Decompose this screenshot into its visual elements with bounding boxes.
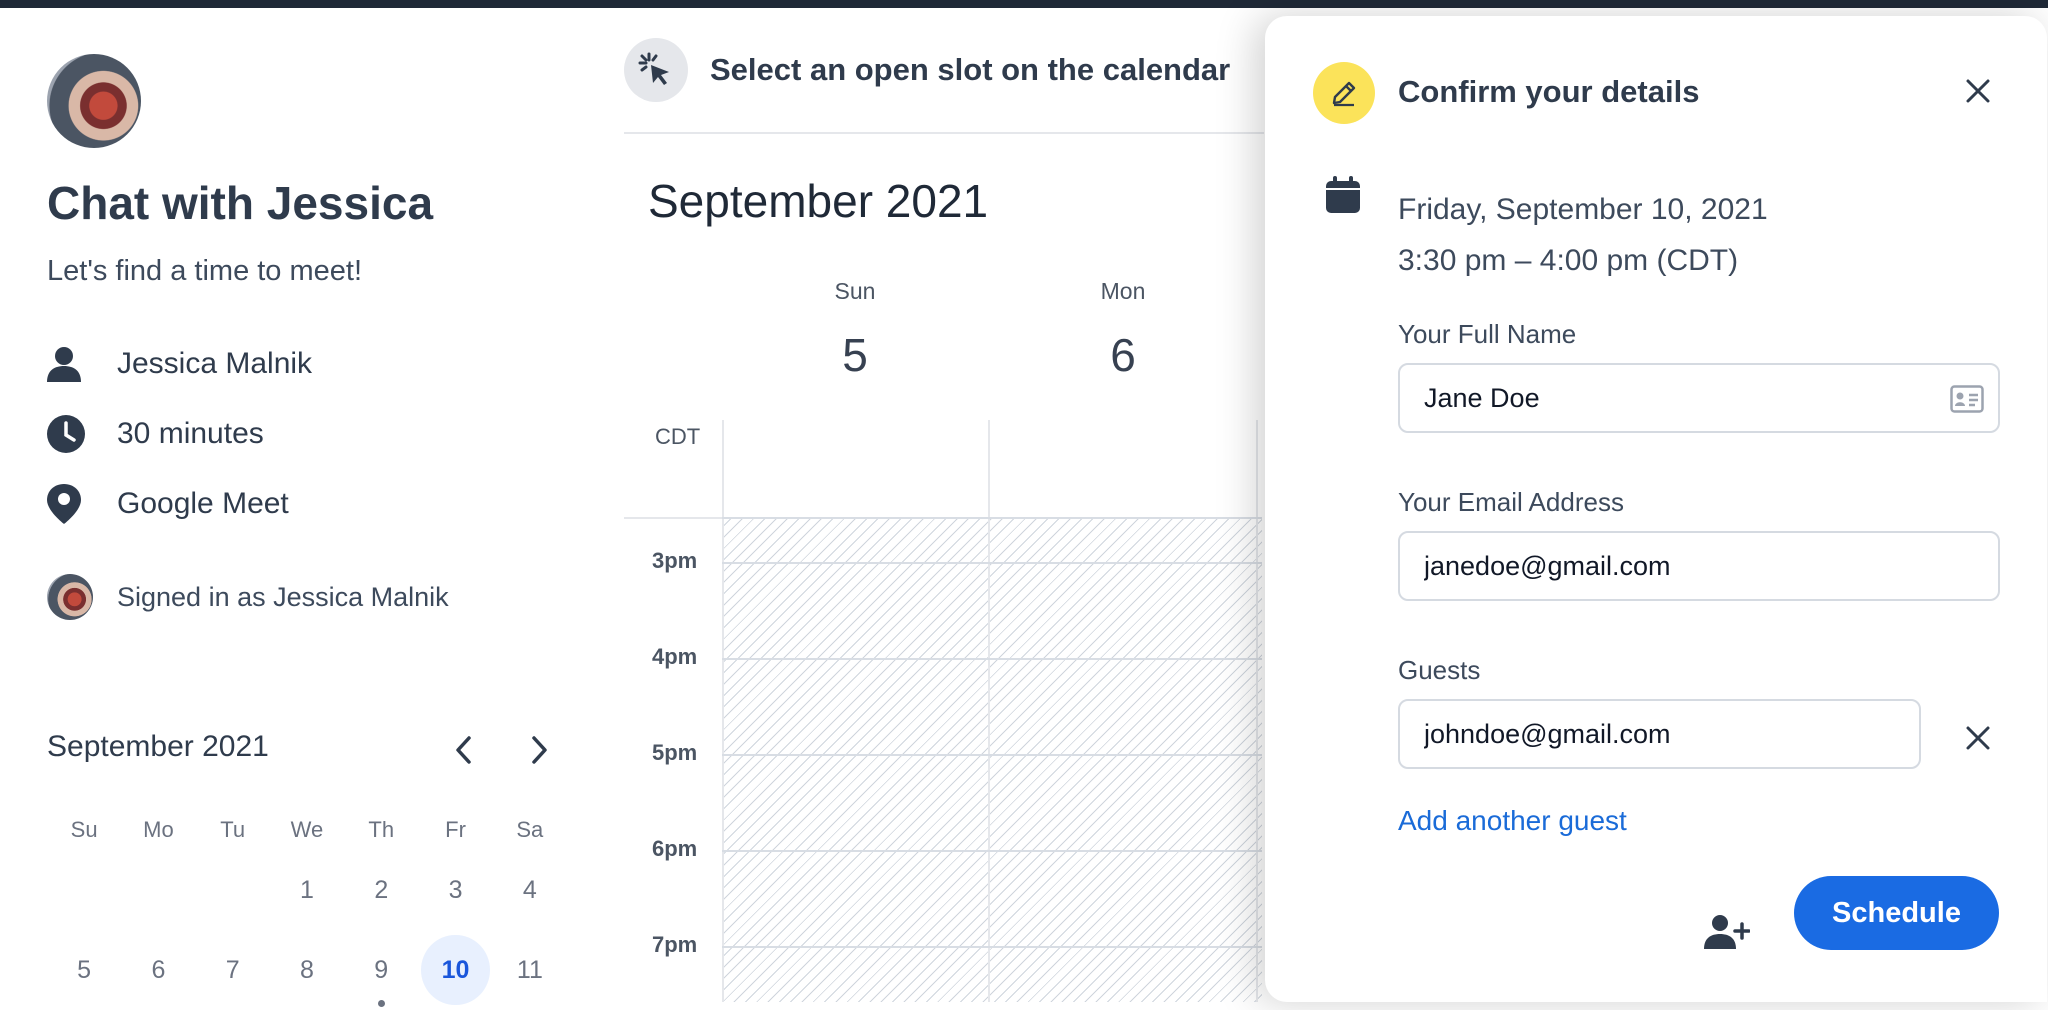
- remove-guest-button[interactable]: [1955, 715, 2001, 761]
- pointer-click-icon: [624, 38, 688, 102]
- timezone-label: CDT: [655, 424, 701, 449]
- duration-text: 30 minutes: [117, 417, 264, 450]
- email-field[interactable]: [1398, 531, 2000, 601]
- page-subtitle: Let's find a time to meet!: [47, 255, 363, 287]
- hour-label: 6pm: [652, 836, 698, 861]
- dialog-title: Confirm your details: [1398, 74, 1700, 109]
- guests-label: Guests: [1398, 655, 1481, 685]
- prev-month-button[interactable]: [444, 730, 484, 770]
- calendar-month-title: September 2021: [648, 175, 989, 227]
- weekday-header-row: Su Mo Tu We Th Fr Sa: [47, 810, 567, 850]
- host-avatar: [47, 54, 141, 148]
- chevron-left-icon: [456, 736, 471, 764]
- hour-label: 3pm: [652, 548, 698, 573]
- hour-line: [722, 562, 1262, 564]
- mini-calendar-month: September 2021: [47, 730, 269, 763]
- day-cell-today[interactable]: 9: [344, 955, 418, 1007]
- host-row: Jessica Malnik: [47, 344, 312, 384]
- day-divider: [722, 420, 724, 1002]
- pencil-icon: [1313, 62, 1375, 124]
- day-cell[interactable]: 7: [196, 956, 270, 985]
- day-cell[interactable]: 4: [493, 876, 567, 905]
- clock-icon: [47, 414, 93, 454]
- time-column-divider: [624, 517, 722, 519]
- contact-card-icon[interactable]: [1950, 385, 1984, 420]
- full-name-field[interactable]: [1398, 363, 2000, 433]
- day-number: 9: [374, 955, 389, 984]
- day-cell[interactable]: 6: [121, 956, 195, 985]
- day-cell[interactable]: 5: [47, 956, 121, 985]
- day-cell[interactable]: 3: [418, 876, 492, 905]
- day-cell[interactable]: 2: [344, 876, 418, 905]
- today-dot: [378, 999, 386, 1007]
- hour-label: 5pm: [652, 740, 698, 765]
- page-title: Chat with Jessica: [47, 177, 434, 229]
- location-text: Google Meet: [117, 487, 289, 520]
- mini-calendar-grid: Su Mo Tu We Th Fr Sa 1 2 3 4 5 6 7 8 9 1…: [47, 810, 567, 1010]
- close-icon: [1966, 726, 1990, 750]
- top-bar: [0, 0, 2048, 8]
- calendar-hint: Select an open slot on the calendar: [624, 38, 1230, 102]
- day-divider: [988, 420, 990, 1002]
- close-icon: [1966, 79, 1990, 103]
- user-avatar: [47, 574, 93, 620]
- chevron-right-icon: [532, 736, 547, 764]
- hour-line: [722, 946, 1262, 948]
- calendar-icon: [1325, 176, 1361, 219]
- week-row: 1 2 3 4: [47, 850, 567, 930]
- hour-label: 7pm: [652, 932, 698, 957]
- day-cell-selected[interactable]: 10: [421, 935, 490, 1005]
- day-cell[interactable]: 11: [493, 956, 567, 985]
- selected-time: 3:30 pm – 4:00 pm (CDT): [1398, 244, 1739, 277]
- add-person-button[interactable]: [1697, 907, 1757, 957]
- day-number-mon: 6: [1110, 329, 1136, 381]
- person-icon: [47, 344, 93, 384]
- weekday-label: Th: [368, 817, 395, 842]
- weekday-label: Su: [70, 817, 98, 842]
- map-pin-icon: [47, 484, 93, 524]
- confirm-details-dialog: Confirm your details Friday, September 1…: [1265, 16, 2047, 1002]
- day-cell[interactable]: 8: [270, 956, 344, 985]
- divider: [624, 132, 1264, 134]
- full-name-label: Your Full Name: [1398, 319, 1577, 349]
- calendar-grid[interactable]: [722, 420, 1262, 1002]
- guest-field[interactable]: [1398, 699, 1921, 769]
- selected-date: Friday, September 10, 2021: [1398, 193, 1768, 226]
- unavailable-area: [722, 517, 1262, 1002]
- weekday-label: Tu: [220, 817, 246, 842]
- add-person-icon: [1704, 915, 1750, 949]
- hour-line: [722, 517, 1262, 519]
- day-divider: [1256, 420, 1258, 1002]
- day-name-sun: Sun: [834, 278, 876, 304]
- email-input[interactable]: [1424, 550, 1974, 582]
- duration-row: 30 minutes: [47, 414, 264, 454]
- next-month-button[interactable]: [519, 730, 559, 770]
- hint-text: Select an open slot on the calendar: [710, 52, 1231, 87]
- hour-line: [722, 850, 1262, 852]
- add-another-guest-link[interactable]: Add another guest: [1398, 805, 1627, 837]
- hour-line: [722, 658, 1262, 660]
- day-number-sun: 5: [842, 329, 868, 381]
- guest-email-input[interactable]: [1424, 718, 1895, 750]
- host-name: Jessica Malnik: [117, 347, 313, 380]
- weekday-label: We: [290, 817, 324, 842]
- location-row: Google Meet: [47, 484, 289, 524]
- close-dialog-button[interactable]: [1955, 68, 2001, 114]
- day-name-mon: Mon: [1100, 278, 1146, 304]
- weekday-label: Fr: [445, 817, 466, 842]
- schedule-button[interactable]: Schedule: [1794, 876, 1999, 950]
- email-label: Your Email Address: [1398, 487, 1624, 517]
- hour-label: 4pm: [652, 644, 698, 669]
- full-name-input[interactable]: [1424, 382, 1974, 414]
- week-row: 5 6 7 8 9 10 11: [47, 930, 567, 1010]
- signed-in-text: Signed in as Jessica Malnik: [117, 581, 449, 612]
- weekday-label: Mo: [143, 817, 174, 842]
- weekday-label: Sa: [516, 817, 544, 842]
- hour-line: [722, 754, 1262, 756]
- day-cell[interactable]: 1: [270, 876, 344, 905]
- signed-in-row: Signed in as Jessica Malnik: [47, 574, 449, 620]
